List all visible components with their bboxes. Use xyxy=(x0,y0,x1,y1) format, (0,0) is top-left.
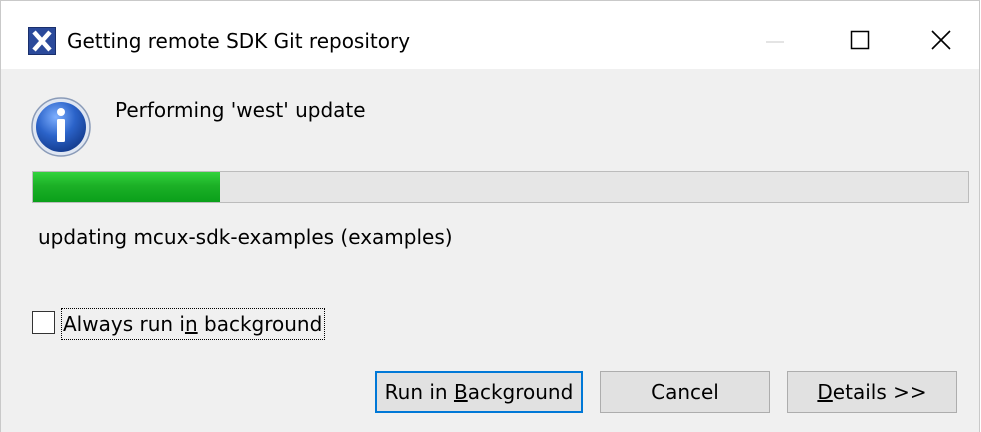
always-run-in-background-checkbox[interactable] xyxy=(32,311,55,334)
minimize-icon xyxy=(766,41,784,43)
progress-bar-fill xyxy=(33,172,220,202)
minimize-button[interactable] xyxy=(748,15,810,67)
close-button[interactable] xyxy=(911,15,973,67)
window-title: Getting remote SDK Git repository xyxy=(67,29,411,53)
app-x-glyph xyxy=(32,30,52,52)
progress-dialog-window: Getting remote SDK Git repository Perfor… xyxy=(0,0,980,432)
run-in-background-button[interactable]: Run in Background xyxy=(375,371,583,413)
status-message: Performing 'west' update xyxy=(115,98,366,122)
progress-bar xyxy=(32,171,969,203)
maximize-button[interactable] xyxy=(829,15,891,67)
details-button[interactable]: Details >> xyxy=(787,371,957,413)
subtask-text: updating mcux-sdk-examples (examples) xyxy=(38,225,453,249)
info-icon xyxy=(30,96,92,158)
cancel-button[interactable]: Cancel xyxy=(600,371,770,413)
app-icon xyxy=(28,27,56,55)
maximize-icon xyxy=(850,30,870,50)
always-run-in-background-label[interactable]: Always run in background xyxy=(61,308,326,340)
close-icon xyxy=(931,30,951,50)
title-bar[interactable]: Getting remote SDK Git repository xyxy=(1,1,979,69)
